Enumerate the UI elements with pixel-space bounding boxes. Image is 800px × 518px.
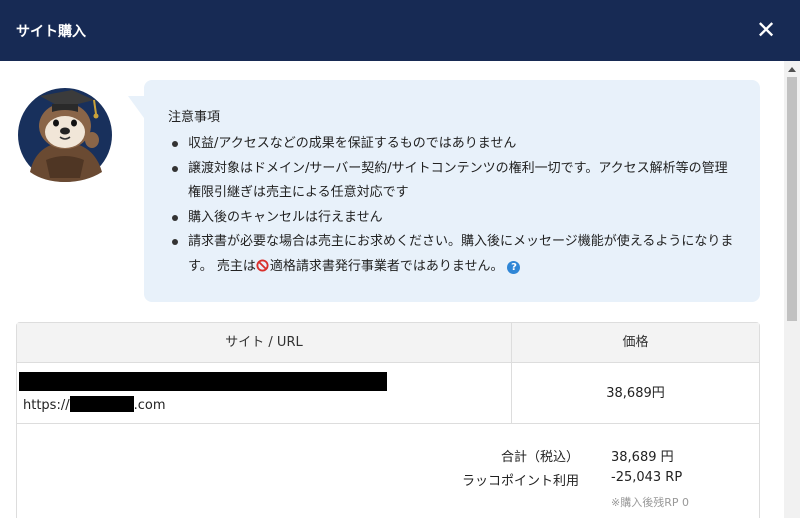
- notice-item: 収益/アクセスなどの成果を保証するものではありません: [168, 132, 740, 157]
- notice-area: 注意事項 収益/アクセスなどの成果を保証するものではありません 譲渡対象はドメイ…: [16, 80, 760, 302]
- table-row: https:// .com 38,689円: [17, 363, 759, 424]
- purchase-modal: サイト購入 ✕ 注意事項 収益/アクセスなどの成果を保証するものではありません …: [0, 0, 800, 518]
- notice-title: 注意事項: [168, 110, 221, 125]
- invoice-status-text: 適格請求書発行事業者ではありません。: [269, 258, 504, 274]
- points-value: -25,043 RP: [611, 470, 683, 485]
- scroll-up-arrow-icon[interactable]: [788, 67, 796, 72]
- close-icon[interactable]: ✕: [754, 16, 778, 44]
- remaining-points-note: ※購入後残RP 0: [611, 496, 689, 509]
- site-url: https:// .com: [23, 396, 166, 415]
- help-icon[interactable]: ?: [507, 260, 521, 274]
- total-value: 38,689 円: [611, 450, 674, 465]
- notice-item: 請求書が必要な場合は売主にお求めください。購入後にメッセージ機能が使えるようにな…: [168, 230, 740, 279]
- site-cell: https:// .com: [17, 363, 512, 423]
- url-prefix: https://: [23, 398, 70, 413]
- scroll-thumb[interactable]: [787, 77, 797, 321]
- scrollbar[interactable]: [784, 61, 800, 518]
- price-cell: 38,689円: [606, 386, 665, 401]
- purchase-table: サイト / URL 価格 https:// .com 38,689円 合計（税込）…: [16, 322, 760, 518]
- notice-item: 譲渡対象はドメイン/サーバー契約/サイトコンテンツの権利一切です。アクセス解析等…: [168, 157, 740, 206]
- notice-bubble: 注意事項 収益/アクセスなどの成果を保証するものではありません 譲渡対象はドメイ…: [128, 80, 760, 302]
- price-column-header: 価格: [622, 335, 649, 350]
- sea-otter-mascot-icon: [18, 88, 112, 182]
- url-suffix: .com: [133, 398, 166, 413]
- modal-header: サイト購入 ✕: [0, 0, 800, 61]
- prohibited-icon: [256, 258, 269, 272]
- notice-list: 収益/アクセスなどの成果を保証するものではありません 譲渡対象はドメイン/サーバ…: [168, 132, 740, 279]
- site-column-header: サイト / URL: [17, 323, 512, 362]
- modal-title: サイト購入: [16, 23, 86, 40]
- redacted-domain: [69, 396, 134, 412]
- summary-section: 合計（税込） 38,689 円 ラッコポイント利用 -25,043 RP ※購入…: [17, 424, 759, 518]
- redacted-site-name: [19, 372, 387, 391]
- table-header: サイト / URL 価格: [17, 323, 759, 363]
- total-label: 合計（税込）: [500, 450, 579, 465]
- notice-item: 購入後のキャンセルは行えません: [168, 206, 740, 231]
- points-label: ラッコポイント利用: [461, 474, 579, 489]
